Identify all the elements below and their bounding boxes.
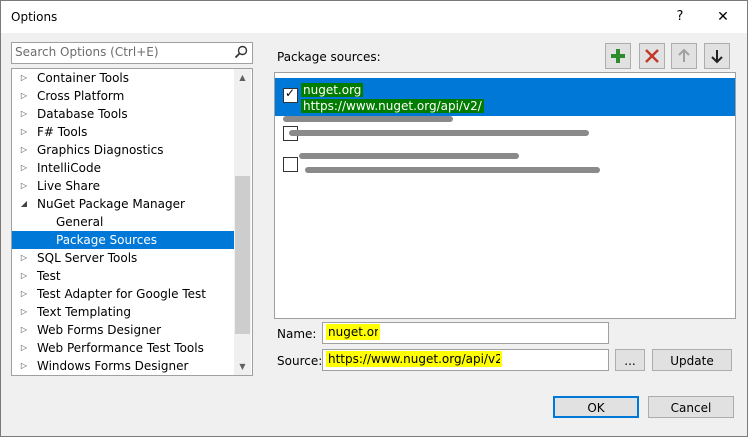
tree-item-container-tools[interactable]: ▷ Container Tools (12, 69, 234, 87)
tree-item-label: NuGet Package Manager (37, 197, 185, 211)
tree-item-web-forms-designer[interactable]: ▷ Web Forms Designer (12, 321, 234, 339)
arrow-down-icon (711, 50, 723, 64)
chevron-right-icon[interactable]: ▷ (18, 249, 30, 267)
tree-item-label: IntelliCode (37, 161, 101, 175)
tree-item-web-performance-test-tools[interactable]: ▷ Web Performance Test Tools (12, 339, 234, 357)
tree-item-label: Web Forms Designer (37, 323, 162, 337)
chevron-right-icon[interactable]: ▷ (18, 321, 30, 339)
redacted-text (289, 130, 589, 136)
tree-item-cross-platform[interactable]: ▷ Cross Platform (12, 87, 234, 105)
chevron-right-icon[interactable]: ▷ (18, 87, 30, 105)
browse-button[interactable]: ... (615, 349, 645, 371)
tree-item-label: Test Adapter for Google Test (37, 287, 206, 301)
source-field[interactable] (322, 349, 609, 371)
tree-item-live-share[interactable]: ▷ Live Share (12, 177, 234, 195)
tree-item-label: Package Sources (56, 233, 158, 247)
source-enabled-checkbox[interactable] (283, 157, 298, 172)
tree-item-test-adapter-google-test[interactable]: ▷ Test Adapter for Google Test (12, 285, 234, 303)
chevron-right-icon[interactable]: ▷ (18, 267, 30, 285)
window-title: Options (11, 10, 58, 24)
move-down-button[interactable] (704, 43, 730, 69)
search-input[interactable] (15, 44, 225, 60)
source-label: Source: (277, 354, 323, 368)
name-input[interactable] (326, 324, 380, 340)
source-url: https://www.nuget.org/api/v2/ (301, 99, 484, 113)
list-item[interactable] (275, 147, 735, 185)
tree-item-label: Windows Forms Designer (37, 359, 189, 373)
chevron-right-icon[interactable]: ▷ (18, 105, 30, 123)
plus-icon (611, 49, 625, 63)
tree-item-label: Graphics Diagnostics (37, 143, 164, 157)
options-dialog: Options ? ✕ ▷ Container Tools ▷ Cross Pl… (0, 0, 748, 437)
chevron-right-icon[interactable]: ▷ (18, 303, 30, 321)
scroll-up-icon[interactable]: ▲ (234, 69, 251, 86)
remove-source-button[interactable] (639, 43, 665, 69)
chevron-down-icon[interactable]: ◢ (18, 195, 30, 213)
tree-item-label: Text Templating (37, 305, 132, 319)
tree-item-package-sources[interactable]: Package Sources (12, 231, 234, 249)
source-input[interactable] (326, 351, 502, 367)
redacted-text (299, 153, 519, 159)
options-tree[interactable]: ▷ Container Tools ▷ Cross Platform ▷ Dat… (11, 68, 253, 376)
move-up-button[interactable] (671, 43, 697, 69)
list-item[interactable]: nuget.org https://www.nuget.org/api/v2/ (275, 78, 735, 116)
arrow-up-icon (678, 48, 690, 62)
x-icon (645, 49, 659, 63)
tree-item-label: Test (37, 269, 61, 283)
tree-item-label: General (56, 215, 104, 229)
chevron-right-icon[interactable]: ▷ (18, 141, 30, 159)
tree-item-label: Live Share (37, 179, 100, 193)
scrollbar-thumb[interactable] (235, 176, 250, 334)
tree-item-fsharp-tools[interactable]: ▷ F# Tools (12, 123, 234, 141)
tree-item-label: Cross Platform (37, 89, 125, 103)
search-box[interactable] (11, 42, 253, 64)
tree-item-text-templating[interactable]: ▷ Text Templating (12, 303, 234, 321)
cancel-button[interactable]: Cancel (648, 396, 734, 418)
tree-item-label: F# Tools (37, 125, 88, 139)
chevron-right-icon[interactable]: ▷ (18, 159, 30, 177)
tree-item-windows-forms-designer[interactable]: ▷ Windows Forms Designer (12, 357, 234, 375)
tree-item-label: SQL Server Tools (37, 251, 138, 265)
tree-item-test[interactable]: ▷ Test (12, 267, 234, 285)
close-button[interactable]: ✕ (705, 1, 741, 33)
package-sources-list[interactable]: nuget.org https://www.nuget.org/api/v2/ (274, 72, 736, 319)
package-sources-label: Package sources: (277, 50, 381, 64)
tree-item-database-tools[interactable]: ▷ Database Tools (12, 105, 234, 123)
ok-button[interactable]: OK (553, 396, 639, 418)
chevron-right-icon[interactable]: ▷ (18, 357, 30, 375)
name-label: Name: (277, 327, 317, 341)
title-bar: Options ? ✕ (1, 1, 747, 33)
tree-item-label: Database Tools (37, 107, 128, 121)
tree-item-intellicode[interactable]: ▷ IntelliCode (12, 159, 234, 177)
chevron-right-icon[interactable]: ▷ (18, 69, 30, 87)
redacted-text (305, 167, 600, 173)
search-icon[interactable] (234, 45, 248, 59)
tree-item-sql-server-tools[interactable]: ▷ SQL Server Tools (12, 249, 234, 267)
tree-item-graphics-diagnostics[interactable]: ▷ Graphics Diagnostics (12, 141, 234, 159)
help-button[interactable]: ? (665, 1, 695, 33)
add-source-button[interactable] (605, 43, 631, 69)
scroll-down-icon[interactable]: ▼ (234, 358, 251, 375)
source-name: nuget.org (301, 83, 364, 97)
source-enabled-checkbox[interactable] (283, 86, 298, 103)
tree-scrollbar[interactable]: ▲ ▼ (234, 69, 251, 375)
tree-item-general[interactable]: General (12, 213, 234, 231)
chevron-right-icon[interactable]: ▷ (18, 339, 30, 357)
redacted-text (283, 116, 453, 122)
chevron-right-icon[interactable]: ▷ (18, 177, 30, 195)
chevron-right-icon[interactable]: ▷ (18, 123, 30, 141)
update-button[interactable]: Update (652, 349, 732, 371)
tree-item-label: Web Performance Test Tools (37, 341, 204, 355)
tree-item-label: Container Tools (37, 71, 130, 85)
name-field[interactable] (322, 322, 609, 344)
chevron-right-icon[interactable]: ▷ (18, 285, 30, 303)
tree-item-nuget-package-manager[interactable]: ◢ NuGet Package Manager (12, 195, 234, 213)
